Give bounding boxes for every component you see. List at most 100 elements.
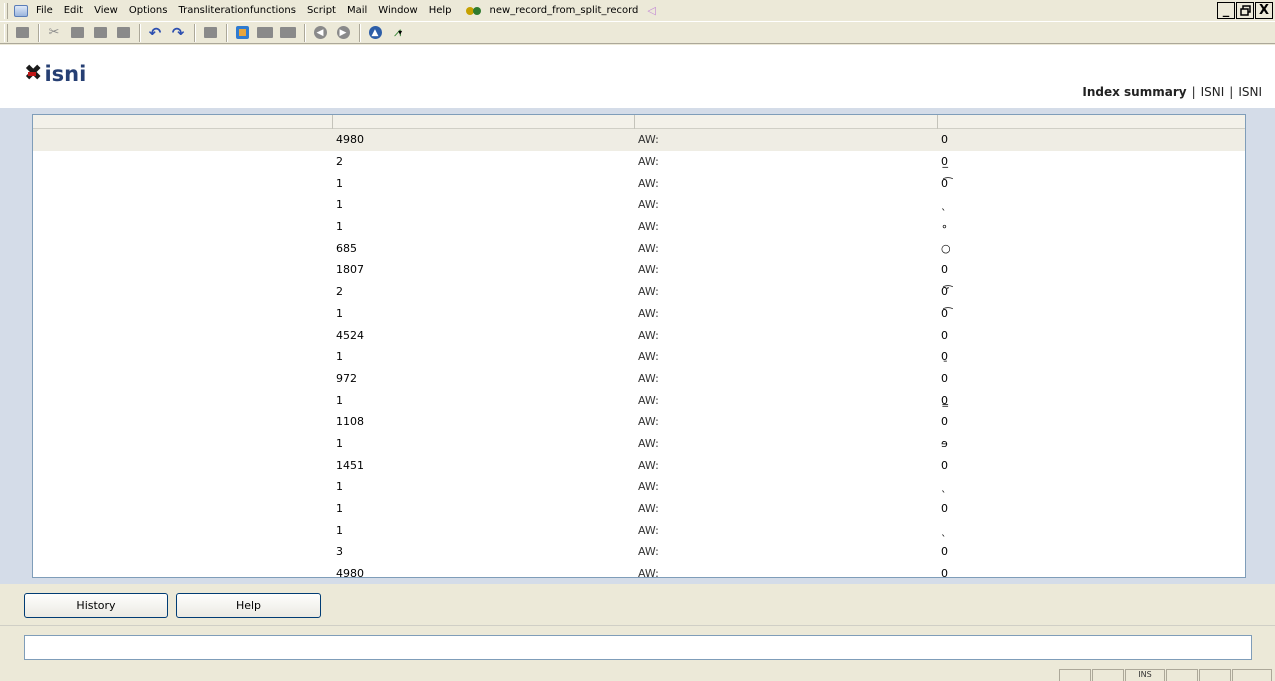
- row-value-cell: 0: [941, 371, 948, 385]
- table-row[interactable]: 3 AW: 0: [33, 541, 1245, 563]
- row-index-cell: AW:: [638, 371, 659, 385]
- link-isni[interactable]: ISNI: [1201, 85, 1225, 99]
- table-row[interactable]: 1 AW: 0: [33, 498, 1245, 520]
- app-icon: [14, 4, 28, 17]
- isni-logo: ✖ isni: [24, 61, 86, 86]
- row-index-cell: AW:: [638, 393, 659, 407]
- column-header[interactable]: [635, 115, 938, 129]
- table-row[interactable]: 2 AW: 0̲: [33, 151, 1245, 173]
- table-row[interactable]: 1 AW: ɘ: [33, 433, 1245, 455]
- row-count-cell: 1: [336, 502, 343, 516]
- dropdown-arrow-icon[interactable]: ▾: [398, 28, 402, 37]
- menu-mail[interactable]: Mail: [347, 5, 367, 16]
- toolbar-separator: [226, 23, 228, 42]
- copy-icon[interactable]: [68, 24, 86, 42]
- link-index-summary[interactable]: Index summary: [1082, 85, 1186, 99]
- menu-bar: File Edit View Options Transliterationfu…: [0, 0, 1275, 21]
- link-isni[interactable]: ISNI: [1238, 85, 1262, 99]
- button-bar: History Help: [0, 584, 1275, 626]
- table-row[interactable]: 2 AW: 0̕͡: [33, 281, 1245, 303]
- row-index-cell: AW:: [638, 306, 659, 320]
- table-row[interactable]: 1 AW: 0͡: [33, 303, 1245, 325]
- table-row[interactable]: 1807 AW: 0: [33, 259, 1245, 281]
- column-header[interactable]: [938, 115, 1245, 129]
- table-row[interactable]: 1108 AW: 0: [33, 411, 1245, 433]
- table-row[interactable]: 1 AW: 0͡: [33, 172, 1245, 194]
- undo-icon[interactable]: ↶: [146, 24, 164, 42]
- table-row[interactable]: 1 AW: 0̳: [33, 389, 1245, 411]
- close-button[interactable]: X: [1255, 2, 1273, 19]
- column-header[interactable]: [333, 115, 635, 129]
- row-value-cell: 0: [941, 133, 948, 147]
- cut-icon[interactable]: ✂: [45, 24, 63, 42]
- menu-window[interactable]: Window: [378, 5, 417, 16]
- row-index-cell: AW:: [638, 155, 659, 169]
- status-cell: [1199, 669, 1231, 681]
- bookmark-icon[interactable]: ◁: [647, 4, 655, 17]
- back-icon[interactable]: ◀: [311, 24, 329, 42]
- paste-icon[interactable]: [91, 24, 109, 42]
- save-icon[interactable]: [114, 24, 132, 42]
- help-button[interactable]: Help: [176, 593, 321, 618]
- prev-icon[interactable]: [256, 24, 274, 42]
- menu-view[interactable]: View: [94, 5, 118, 16]
- table-row[interactable]: 4980 AW: 0: [33, 563, 1245, 578]
- menu-transliterationfunctions[interactable]: Transliterationfunctions: [178, 5, 296, 16]
- message-bar: [0, 627, 1275, 670]
- toolbar-separator: [194, 23, 196, 42]
- restore-button[interactable]: [1236, 2, 1254, 19]
- upload-icon[interactable]: ▲: [366, 24, 384, 42]
- row-index-cell: AW:: [638, 328, 659, 342]
- table-row[interactable]: 685 AW: ○: [33, 237, 1245, 259]
- table-row[interactable]: 1 AW: ˎ: [33, 194, 1245, 216]
- table-row[interactable]: 4980 AW: 0: [33, 129, 1245, 151]
- row-value-cell: 0̲: [941, 155, 948, 169]
- history-button[interactable]: History: [24, 593, 168, 618]
- page-header: ✖ isni Index summary | ISNI | ISNI: [0, 45, 1275, 108]
- status-cell: [1166, 669, 1198, 681]
- table-row[interactable]: 1 AW: ˎ: [33, 476, 1245, 498]
- index-table[interactable]: 4980 AW: 0 2 AW: 0̲ 1 AW: 0͡ 1 AW: ˎ 1 AW: ∘ 685 AW: ○ 180…: [32, 114, 1246, 578]
- status-cell: [1059, 669, 1091, 681]
- row-value-cell: ∘: [941, 220, 948, 234]
- row-index-cell: AW:: [638, 241, 659, 255]
- status-bar: INS: [0, 668, 1275, 681]
- next-icon[interactable]: [279, 24, 297, 42]
- row-value-cell: 0: [941, 263, 948, 277]
- toolbar-grip: [4, 23, 8, 42]
- table-row[interactable]: 972 AW: 0: [33, 368, 1245, 390]
- row-count-cell: 4524: [336, 328, 364, 342]
- table-body: 4980 AW: 0 2 AW: 0̲ 1 AW: 0͡ 1 AW: ˎ 1 AW: ∘ 685 AW: ○ 180…: [33, 129, 1245, 578]
- redo-icon[interactable]: ↷: [169, 24, 187, 42]
- disk-icon[interactable]: [201, 24, 219, 42]
- menu-file[interactable]: File: [36, 5, 53, 16]
- print-icon[interactable]: [13, 24, 31, 42]
- menu-script[interactable]: Script: [307, 5, 336, 16]
- table-row[interactable]: 1 AW: ∘: [33, 216, 1245, 238]
- forward-icon[interactable]: ▶: [334, 24, 352, 42]
- column-header[interactable]: [33, 115, 333, 129]
- row-index-cell: AW:: [638, 502, 659, 516]
- table-row[interactable]: 1451 AW: 0: [33, 454, 1245, 476]
- row-value-cell: 0̱: [941, 350, 948, 364]
- row-count-cell: 4980: [336, 567, 364, 578]
- row-count-cell: 972: [336, 371, 357, 385]
- row-value-cell: 0̕͡: [941, 285, 948, 299]
- menu-edit[interactable]: Edit: [64, 5, 83, 16]
- home-icon[interactable]: [233, 24, 251, 42]
- tool-icon[interactable]: ⩘ ▾: [389, 24, 407, 42]
- row-value-cell: ˎ: [941, 523, 947, 537]
- row-value-cell: 0͡: [941, 176, 948, 190]
- row-count-cell: 3: [336, 545, 343, 559]
- menu-help[interactable]: Help: [429, 5, 452, 16]
- table-row[interactable]: 1 AW: ˎ: [33, 519, 1245, 541]
- table-row[interactable]: 1 AW: 0̱: [33, 346, 1245, 368]
- row-count-cell: 1: [336, 198, 343, 212]
- minimize-button[interactable]: _: [1217, 2, 1235, 19]
- table-row[interactable]: 4524 AW: 0: [33, 324, 1245, 346]
- toolbar-separator: [38, 23, 40, 42]
- menu-options[interactable]: Options: [129, 5, 168, 16]
- row-index-cell: AW:: [638, 436, 659, 450]
- message-input[interactable]: [24, 635, 1252, 660]
- row-value-cell: ɘ: [941, 436, 948, 450]
